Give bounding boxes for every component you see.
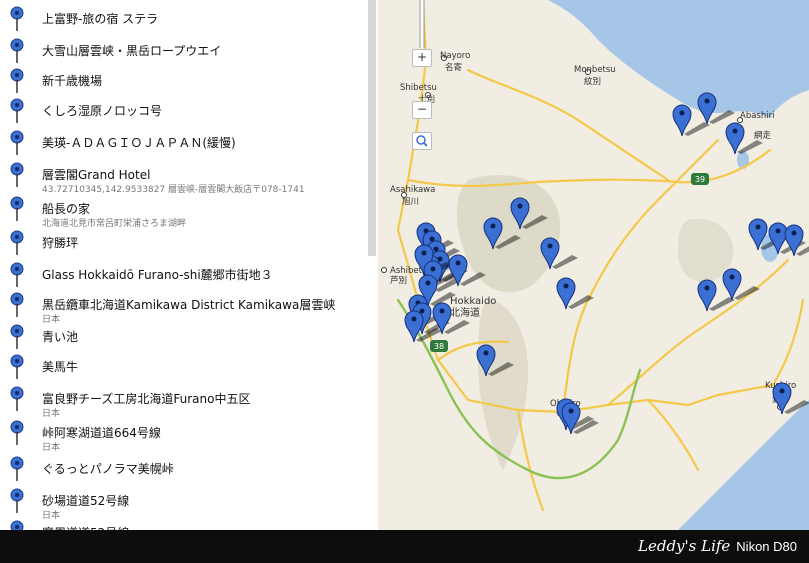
label-abashiri-ja: 網走 [754,130,772,141]
list-item-name[interactable]: 富良野チーズ工房北海道Furano中五区 [42,390,251,407]
label-asahikawa: Asahikawa [390,185,435,195]
list-item-detail: 日本 [42,443,61,453]
list-item-name[interactable]: 船長の家 [42,200,90,217]
map-view[interactable]: 39 38 Nayoro 名寄 Monbetsu 紋別 Shibetsu 士別 … [378,0,809,530]
list-item[interactable]: 砂場道道52号線 日本 [0,488,366,521]
map-pin-icon [10,98,24,123]
places-list-panel: 上富野-旅の宿 ステラ大雪山層雲峡・黒岳ロープウエイ 新千歳機場くしろ湿原ノロッコ… [0,0,378,530]
list-item-name[interactable]: 大雪山層雲峡・黒岳ロープウエイ [42,42,221,59]
list-item-name[interactable]: 狩勝玶 [42,234,78,251]
label-hokkaido: Hokkaido [450,296,496,307]
label-abashiri: Abashiri [740,111,774,121]
list-item[interactable]: 大雪山層雲峡・黒岳ロープウエイ [0,38,366,68]
map-pin-icon [10,262,24,287]
label-nayoro: Nayoro [440,51,470,61]
zoom-control: + − [412,0,434,152]
list-item[interactable]: 狩勝玶 [0,230,366,260]
map-pin-icon [10,420,24,445]
label-nayoro-ja: 名寄 [445,62,463,73]
page: 上富野-旅の宿 ステラ大雪山層雲峡・黒岳ロープウエイ 新千歳機場くしろ湿原ノロッコ… [0,0,809,563]
list-item[interactable]: 船長の家北海道北見市常呂町栄浦さろま湖畔 [0,196,366,229]
list-item[interactable]: くしろ湿原ノロッコ号 [0,98,366,128]
list-item[interactable]: 青い池 [0,324,366,354]
list-item-name[interactable]: 峠阿寒湖道道664号線 [42,424,161,441]
label-asahikawa-ja: 旭川 [402,196,419,207]
list-item[interactable]: ぐるっとパノラマ美幌峠 [0,456,366,486]
list-item-name[interactable]: 美瑛-ＡＤＡＧＩＯＪＡＰＡＮ(緩慢) [42,134,236,151]
map-pin-icon [10,386,24,411]
map-pin-icon [10,292,24,317]
map-pin-icon [10,488,24,513]
map-pin-icon [10,130,24,155]
route-shield-38-label: 38 [434,342,444,351]
list-item[interactable]: 富良野チーズ工房北海道Furano中五区日本 [0,386,366,419]
label-hokkaido-ja: 北海道 [450,306,480,319]
map-pin-icon [10,520,24,530]
list-item[interactable]: 黒岳纜車北海道Kamikawa District Kamikawa層雲峡 日本 [0,292,366,325]
list-item[interactable]: Glass Hokkaidō Furano-shi麓郷市街地３ [0,262,366,292]
map-pin-icon [10,354,24,379]
watermark: Leddy's Life Nikon D80 [638,537,797,555]
list-item-name[interactable]: 砂場道道52号線 [42,492,129,509]
map-pin-icon [10,162,24,187]
list-item[interactable]: 摩周道道52号線 [0,520,366,530]
route-shield-39-label: 39 [695,175,705,184]
map-canvas[interactable]: 39 38 Nayoro 名寄 Monbetsu 紋別 Shibetsu 士別 … [378,0,809,530]
map-pin-icon [10,456,24,481]
zoom-slider-track[interactable] [412,0,434,152]
list-item-name[interactable]: 上富野-旅の宿 ステラ [42,10,158,27]
map-pin-icon [10,38,24,63]
list-item-name[interactable]: ぐるっとパノラマ美幌峠 [42,460,174,477]
route-shield-38: 38 [430,340,448,352]
map-pin-icon [10,68,24,93]
map-pin-icon [10,324,24,349]
list-item-name[interactable]: Glass Hokkaidō Furano-shi麓郷市街地３ [42,266,273,283]
list-item-detail: 日本 [42,409,61,419]
list-item-detail: 北海道北見市常呂町栄浦さろま湖畔 [42,219,187,229]
list-item-name[interactable]: 美馬牛 [42,358,78,375]
camera-name: Nikon D80 [736,539,797,554]
city-dot-ashibetsu [381,267,387,273]
list-item-name[interactable]: 層雲閣Grand Hotel [42,166,150,183]
label-monbetsu: Monbetsu [574,65,616,75]
list-item[interactable]: 新千歳機場 [0,68,366,98]
route-shield-39: 39 [691,173,709,185]
magnifier-icon [416,135,428,147]
list-item-name[interactable]: くしろ湿原ノロッコ号 [42,102,162,119]
zoom-fit-button[interactable] [412,132,432,150]
map-pin-icon [10,6,24,31]
map-pin-icon [10,230,24,255]
list-item-detail: 43.72710345,142.9533827 層雲峡-層雲閣大飯店〒078-1… [42,185,305,195]
list-item[interactable]: 美馬牛 [0,354,366,384]
list-item-name[interactable]: 青い池 [42,328,78,345]
zoom-in-button[interactable]: + [412,49,432,67]
list-item[interactable]: 美瑛-ＡＤＡＧＩＯＪＡＰＡＮ(緩慢) [0,130,366,160]
list-item[interactable]: 層雲閣Grand Hotel 43.72710345,142.9533827 層雲… [0,162,366,195]
brand-name: Leddy's Life [638,537,731,555]
list-item-name[interactable]: 黒岳纜車北海道Kamikawa District Kamikawa層雲峡 [42,296,335,313]
label-ashibetsu-ja: 芦別 [390,275,407,286]
list-item[interactable]: 峠阿寒湖道道664号線日本 [0,420,366,453]
list-item[interactable]: 上富野-旅の宿 ステラ [0,6,366,36]
map-pin-icon [10,196,24,221]
list-item-name[interactable]: 新千歳機場 [42,72,102,89]
label-monbetsu-ja: 紋別 [584,76,601,87]
list-scrollbar-thumb[interactable] [368,0,376,256]
footer-bar: Leddy's Life Nikon D80 [0,530,809,563]
zoom-out-button[interactable]: − [412,101,432,119]
